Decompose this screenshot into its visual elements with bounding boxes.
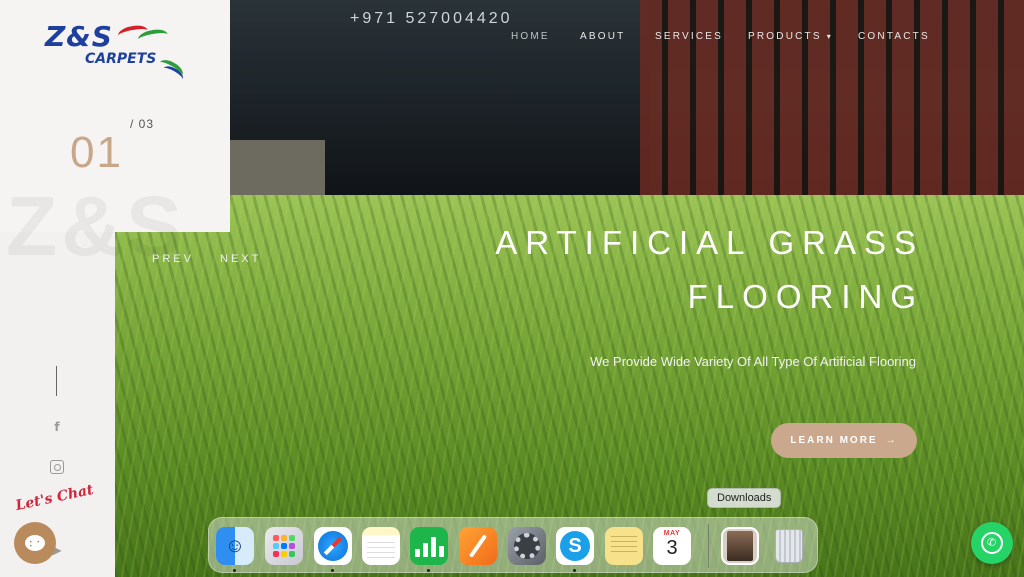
hero-building-pale (230, 140, 325, 200)
whatsapp-icon: ✆ (981, 532, 1003, 554)
hero-headline: ARTIFICIAL GRASS FLOORING (495, 216, 924, 324)
notes-lines (367, 542, 395, 560)
calendar-day: 3 (666, 537, 678, 559)
numbers-icon[interactable] (410, 527, 448, 565)
learn-more-button[interactable]: LEARN MORE → (771, 423, 917, 458)
gear-icon (514, 533, 540, 559)
chat-button[interactable]: • • • (14, 522, 56, 564)
finder-running-indicator (233, 569, 236, 572)
slide-total-number: / 03 (130, 117, 155, 131)
header-phone-number[interactable]: +971 527004420 (350, 10, 513, 28)
arrow-right-icon: → (885, 435, 898, 446)
nav-products-label: PRODUCTS (748, 31, 822, 42)
pages-pen (468, 534, 488, 558)
nav-services[interactable]: SERVICES (655, 31, 723, 42)
skype-running-indicator (573, 569, 576, 572)
numbers-bars (414, 535, 444, 557)
finder-icon[interactable]: ☺ (216, 527, 254, 565)
calendar-icon[interactable]: MAY 3 (653, 527, 691, 565)
safari-compass (318, 531, 348, 561)
system-settings-icon[interactable] (508, 527, 546, 565)
skype-icon[interactable]: S (556, 527, 594, 565)
nav-contacts[interactable]: CONTACTS (858, 31, 930, 42)
launchpad-icon[interactable] (265, 527, 303, 565)
chat-bubble-icon: • • • (25, 535, 45, 551)
brand-logo[interactable]: Z&S CARPETS (40, 20, 190, 85)
numbers-running-indicator (427, 569, 430, 572)
pages-icon[interactable] (459, 527, 497, 565)
hero-headline-line2: FLOORING (687, 278, 924, 315)
instagram-icon[interactable] (50, 460, 64, 474)
notes-icon[interactable] (362, 527, 400, 565)
nav-about[interactable]: ABOUT (580, 31, 625, 42)
safari-icon[interactable] (314, 527, 352, 565)
slide-current-number: 01 (70, 128, 123, 177)
downloads-icon[interactable] (721, 527, 759, 565)
trash-icon[interactable] (770, 527, 808, 565)
facebook-icon[interactable]: f (50, 420, 64, 434)
launchpad-grid (273, 535, 295, 557)
finder-face: ☺ (224, 534, 246, 557)
phone-icon: ✆ (987, 536, 997, 549)
dock-tooltip: Downloads (707, 488, 782, 508)
logo-subtext: CARPETS (85, 51, 157, 67)
logo-text: Z&S (45, 20, 113, 53)
dock-separator (708, 524, 709, 568)
social-divider (56, 366, 57, 396)
stickies-lines (611, 536, 637, 556)
next-slide-button[interactable]: NEXT (220, 253, 261, 265)
hero-headline-line1: ARTIFICIAL GRASS (495, 224, 924, 261)
hero-subtitle: We Provide Wide Variety Of All Type Of A… (590, 354, 916, 369)
nav-products[interactable]: PRODUCTS ▾ (748, 31, 833, 42)
logo-swoosh-blue (160, 63, 186, 85)
downloads-thumbnail (727, 531, 753, 561)
safari-running-indicator (331, 569, 334, 572)
trash-bin (775, 529, 803, 563)
stickies-icon[interactable] (605, 527, 643, 565)
chat-dots: • • • (29, 539, 41, 550)
chevron-down-icon: ▾ (826, 32, 833, 41)
skype-letter: S (560, 531, 590, 561)
whatsapp-button[interactable]: ✆ (971, 522, 1013, 564)
calendar-month: MAY (663, 530, 681, 537)
prev-slide-button[interactable]: PREV (152, 253, 194, 265)
nav-home[interactable]: HOME (511, 31, 550, 42)
learn-more-label: LEARN MORE (790, 435, 878, 446)
